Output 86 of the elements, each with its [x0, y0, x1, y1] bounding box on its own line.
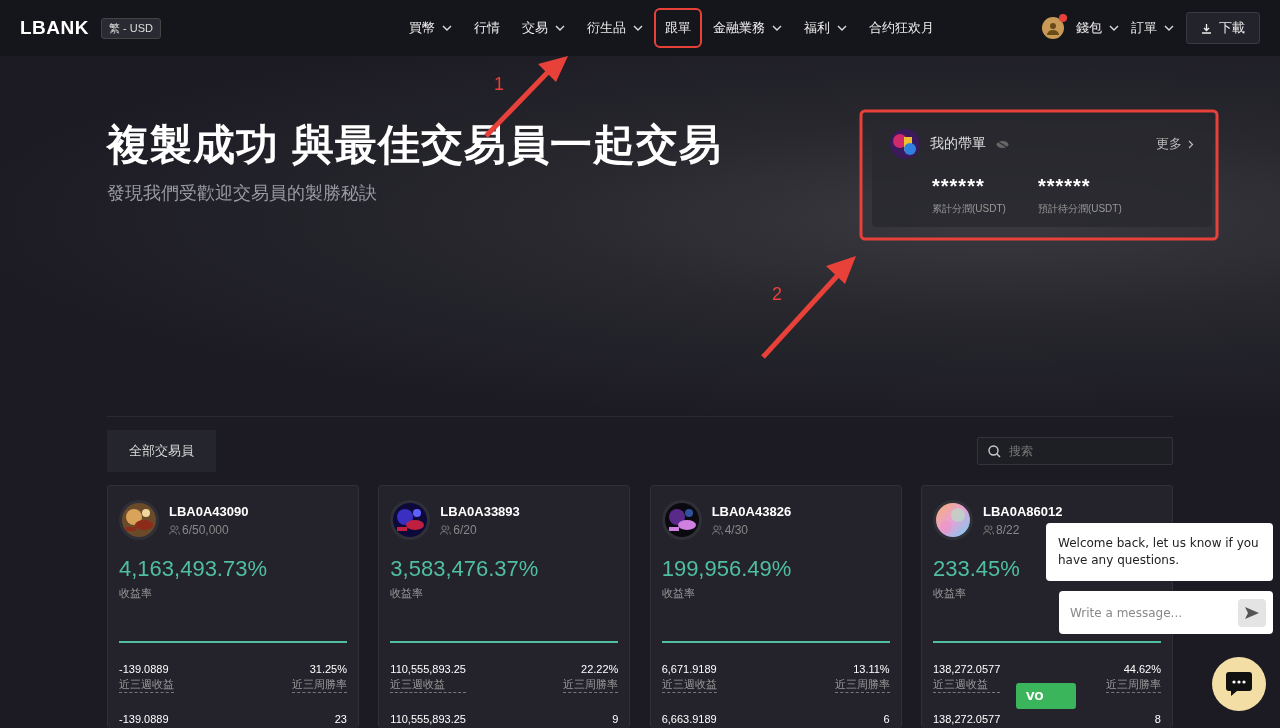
locale-selector[interactable]: 繁 - USD: [101, 17, 161, 39]
send-button[interactable]: [1238, 598, 1266, 627]
stat-value: 9: [612, 713, 619, 725]
profit-label: 近三週收益: [661, 677, 717, 693]
win-rate-label: 近三周勝率: [834, 677, 890, 693]
nav-item[interactable]: 金融業務: [702, 8, 793, 48]
people-icon: [440, 524, 452, 535]
roi-label: 收益率: [661, 586, 696, 601]
avatar-icon[interactable]: [1042, 17, 1064, 39]
win-rate-label: 近三周勝率: [292, 677, 347, 693]
stat-value: 138,272.0577: [933, 713, 1001, 725]
profit-value: 110,555,893.25: [390, 663, 466, 675]
hidden-value: ******: [932, 175, 986, 198]
tab[interactable]: 全部交易員: [107, 430, 216, 472]
people-icon: [983, 524, 994, 535]
more-link[interactable]: 更多: [1156, 135, 1194, 153]
win-rate-value: 44.62%: [1123, 663, 1161, 675]
chat-message: Welcome back, let us know if you have any questions.: [1046, 523, 1273, 581]
roi-label: 收益率: [933, 586, 967, 601]
hero-title: 複製成功 與最佳交易員一起交易: [107, 120, 723, 170]
panel-title: 我的帶單: [930, 135, 986, 153]
trader-name[interactable]: LBA0A33893: [440, 503, 520, 519]
people-icon: [169, 524, 180, 535]
hero-subtitle: 發現我們受歡迎交易員的製勝秘訣: [107, 182, 378, 205]
nav-item[interactable]: 買幣: [398, 8, 463, 48]
profit-label: 近三週收益: [933, 677, 1001, 693]
roi-label: 收益率: [390, 586, 425, 601]
caret-icon: [1164, 25, 1174, 31]
nav-item[interactable]: 衍生品: [576, 8, 654, 48]
roi-value: 4,163,493.73%: [119, 556, 268, 582]
follower-count: 8/22: [996, 522, 1020, 537]
follower-count: 6/20: [453, 522, 477, 537]
nav-item[interactable]: 福利: [793, 8, 858, 48]
eye-hidden-icon[interactable]: [996, 139, 1009, 149]
stat-value: -139.0889: [119, 713, 169, 725]
profit-label: 近三週收益: [119, 677, 174, 693]
stat-value: 23: [334, 713, 347, 725]
trader-card[interactable]: LBA0A43826 4/30 199,956.49% 收益率 6,671.9189 近三週收益 13.11% 近三周勝率 6,663.9189 6: [649, 485, 902, 728]
profit-label: 近三週收益: [390, 677, 466, 693]
nav-item[interactable]: 交易: [511, 8, 576, 48]
logo[interactable]: LBANK: [20, 17, 89, 39]
profit-value: -139.0889: [119, 663, 170, 675]
stat-value: 110,555,893.25: [390, 713, 466, 725]
search-icon: [988, 444, 1001, 458]
stat-value: 6,663.9189: [661, 713, 717, 725]
caret-icon: [1109, 25, 1119, 31]
nav-item[interactable]: 跟單: [654, 8, 702, 48]
stat-value: 6: [883, 713, 890, 725]
roi-label: 收益率: [119, 586, 153, 601]
win-rate-value: 13.11%: [853, 663, 890, 675]
download-icon: [1201, 22, 1212, 34]
trader-card[interactable]: LBA0A33893 6/20 3,583,476.37% 收益率 110,555,893.25 近三週收益 22.22% 近三周勝率 110,555,893.25 9: [378, 485, 631, 728]
roi-value: 233.45%: [933, 556, 1020, 582]
win-rate-label: 近三周勝率: [1106, 677, 1161, 693]
download-button[interactable]: 下載: [1186, 12, 1260, 44]
message-field[interactable]: Write a message...: [1059, 591, 1273, 634]
trader-card[interactable]: LBA0A43090 6/50,000 4,163,493.73% 收益率 -139.0889 近三週收益 31.25% 近三周勝率 -139.0889 23: [107, 485, 359, 728]
chat-icon: [1225, 671, 1253, 697]
win-rate-value: 22.22%: [581, 663, 619, 675]
annotation-number: 1: [494, 74, 504, 95]
send-icon: [1244, 605, 1260, 620]
people-icon: [711, 524, 723, 535]
win-rate-label: 近三周勝率: [563, 677, 619, 693]
profit-value: 138,272.0577: [933, 663, 1001, 675]
stat-label: 累計分潤(USDT): [932, 202, 1006, 216]
follower-count: 4/30: [724, 522, 748, 537]
follower-count: 6/50,000: [182, 522, 229, 537]
profit-value: 6,671.9189: [661, 663, 717, 675]
roi-value: 3,583,476.37%: [390, 556, 539, 582]
search-input[interactable]: 搜索: [1007, 443, 1161, 459]
stat-label: 預計待分潤(USDT): [1037, 202, 1122, 216]
nav-item[interactable]: 行情: [463, 8, 511, 48]
trader-name[interactable]: LBA0A86012: [983, 503, 1063, 519]
annotation-number: 2: [772, 284, 782, 305]
chat-launcher-button[interactable]: [1212, 657, 1266, 711]
nav-item[interactable]: 合约狂欢月: [858, 8, 945, 48]
chevron-right-icon: [1188, 139, 1194, 149]
wallet-menu[interactable]: 錢包: [1076, 19, 1119, 37]
stat-value: 8: [1154, 713, 1161, 725]
roi-value: 199,956.49%: [661, 556, 792, 582]
hidden-value: ******: [1037, 175, 1092, 198]
trader-name[interactable]: LBA0A43090: [169, 503, 249, 519]
win-rate-value: 31.25%: [309, 663, 347, 675]
orders-menu[interactable]: 訂單: [1131, 19, 1174, 37]
trader-name[interactable]: LBA0A43826: [711, 503, 792, 519]
search-field[interactable]: 搜索: [977, 437, 1173, 465]
